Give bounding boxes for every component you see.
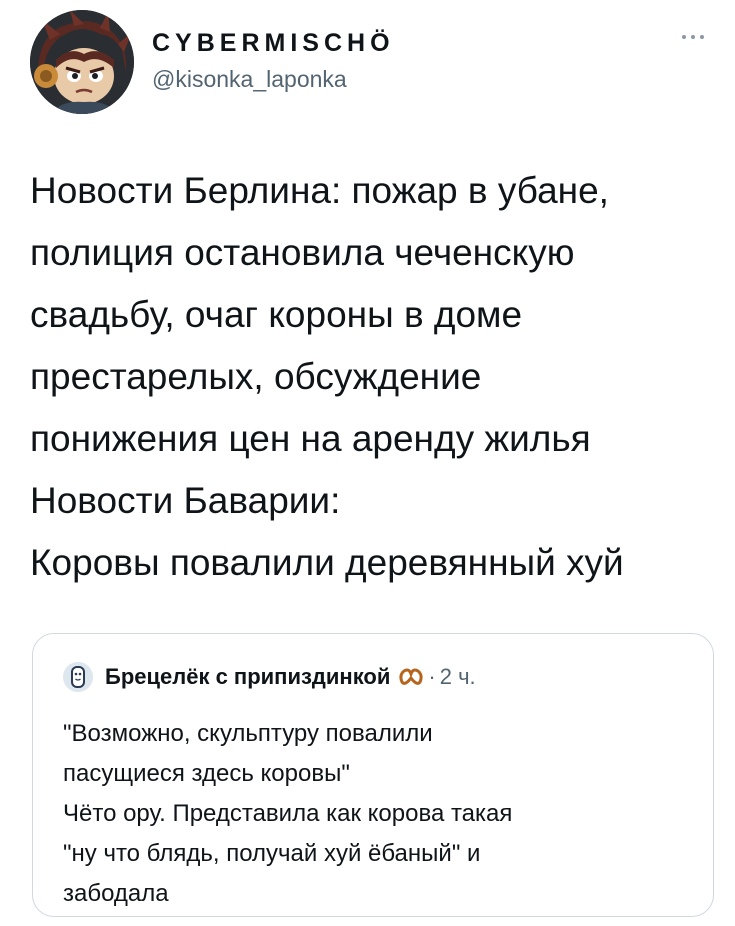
quoted-text-line: забодала <box>63 880 169 907</box>
quoted-text-line: "Возможно, скульптуру повалили <box>63 720 433 747</box>
avatar-image <box>30 10 134 114</box>
more-horizontal-icon[interactable] <box>678 28 708 44</box>
quoted-avatar-image <box>63 662 93 692</box>
tweet-text-line: понижения цен на аренду жилья <box>30 418 591 459</box>
tweet-text: Новости Берлина: пожар в убане, полиция … <box>30 160 720 594</box>
quoted-author-avatar[interactable] <box>63 662 93 692</box>
quoted-tweet[interactable]: Брецелёк с припиздинкой · 2 ч. "Возможно… <box>32 633 714 917</box>
quoted-text-line: пасущиеся здесь коровы" <box>63 760 350 787</box>
quoted-timestamp[interactable]: 2 ч. <box>440 664 476 690</box>
quoted-separator: · <box>428 664 436 689</box>
author-handle[interactable]: @kisonka_laponka <box>152 66 347 93</box>
pretzel-emoji-icon <box>399 668 424 685</box>
author-display-name[interactable]: CYBERMISCHÖ <box>152 29 395 58</box>
tweet-text-line: Коровы повалили деревянный хуй <box>30 542 624 583</box>
quoted-tweet-header: Брецелёк с припиздинкой · 2 ч. <box>105 664 476 690</box>
author-avatar[interactable] <box>30 10 134 114</box>
quoted-author-name[interactable]: Брецелёк с припиздинкой <box>105 664 390 690</box>
tweet-text-line: Новости Баварии: <box>30 480 341 521</box>
tweet-text-line: престарелых, обсуждение <box>30 356 482 397</box>
quoted-text-line: "ну что блядь, получай хуй ёбаный" и <box>63 840 481 867</box>
quoted-tweet-text: "Возможно, скульптуру повалили пасущиеся… <box>63 714 703 914</box>
tweet-text-line: полиция остановила чеченскую <box>30 232 575 273</box>
quoted-text-line: Чёто ору. Представила как корова такая <box>63 800 513 827</box>
tweet-text-line: свадьбу, очаг короны в доме <box>30 294 523 335</box>
tweet-text-line: Новости Берлина: пожар в убане, <box>30 170 609 211</box>
tweet-card: CYBERMISCHÖ @kisonka_laponka Новости Бер… <box>0 0 735 926</box>
